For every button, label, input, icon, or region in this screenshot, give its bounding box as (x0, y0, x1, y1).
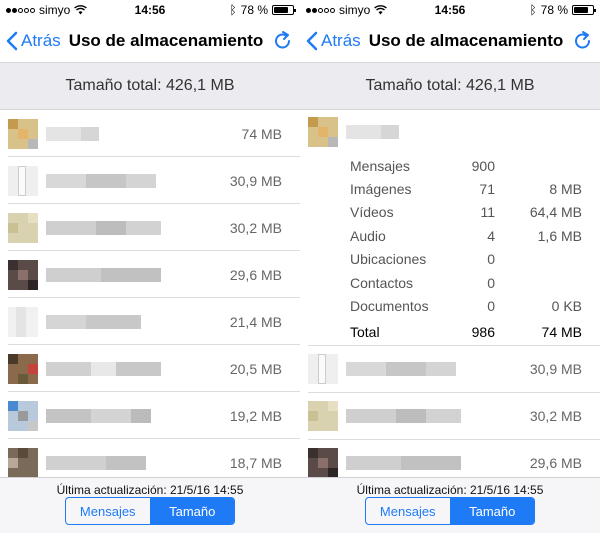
detail-row: Documentos 0 0 KB (350, 298, 582, 315)
chat-list: Mensajes 900 Imágenes 71 8 MB Vídeos 11 64,4 … (300, 110, 600, 477)
chevron-left-icon (306, 31, 318, 51)
list-item[interactable]: 30,2 MB (300, 393, 600, 440)
size-label: 30,9 MB (229, 172, 282, 189)
size-label: 30,2 MB (529, 408, 582, 425)
chat-details: Mensajes 900 Imágenes 71 8 MB Vídeos 11 64,4 … (300, 154, 600, 346)
chat-list: 74 MB 30,9 MB 30,2 MB 29,6 MB 21,4 MB 20… (0, 110, 300, 477)
detail-row: Ubicaciones 0 (350, 251, 495, 268)
name-blurred (346, 409, 461, 424)
name-blurred (46, 267, 161, 282)
avatar (8, 118, 38, 149)
avatar (8, 306, 38, 337)
size-label: 30,9 MB (529, 361, 582, 378)
avatar (8, 212, 38, 243)
name-blurred (46, 126, 99, 141)
list-item[interactable]: 74 MB (0, 110, 300, 157)
page-title: Uso de almacenamiento (68, 31, 264, 50)
name-blurred (346, 125, 399, 139)
size-label: 29,6 MB (229, 266, 282, 283)
signal-icon (6, 7, 35, 13)
list-item[interactable]: 29,6 MB (300, 440, 600, 477)
bottom-bar: Última actualización: 21/5/16 14:55 Mens… (0, 477, 300, 533)
back-button[interactable]: Atrás (6, 31, 61, 51)
list-item[interactable]: 30,9 MB (300, 346, 600, 393)
back-button[interactable]: Atrás (306, 31, 361, 51)
battery-percent: 78 % (240, 3, 268, 17)
size-label: 21,4 MB (229, 313, 282, 330)
name-blurred (46, 220, 161, 235)
name-blurred (46, 173, 156, 188)
back-label: Atrás (321, 31, 361, 50)
name-blurred (346, 362, 456, 377)
total-size-header: Tamaño total: 426,1 MB (0, 62, 300, 110)
wifi-icon (374, 5, 388, 15)
segment-messages[interactable]: Mensajes (66, 498, 150, 524)
name-blurred (46, 314, 141, 329)
avatar (8, 400, 38, 431)
status-bar: simyo 14:56 ᛒ 78 % (300, 0, 600, 20)
avatar (308, 117, 338, 147)
name-blurred (46, 455, 146, 470)
sort-segmented-control: Mensajes Tamaño (365, 497, 535, 525)
name-blurred (46, 408, 151, 423)
detail-row: Audio 4 1,6 MB (350, 227, 582, 244)
segment-size[interactable]: Tamaño (449, 498, 534, 524)
back-label: Atrás (21, 31, 61, 50)
segment-messages[interactable]: Mensajes (366, 498, 450, 524)
size-label: 18,7 MB (229, 454, 282, 471)
wifi-icon (74, 5, 88, 15)
bottom-bar: Última actualización: 21/5/16 14:55 Mens… (300, 477, 600, 533)
right-panel: simyo 14:56 ᛒ 78 % Atrás Uso de almacena… (300, 0, 600, 533)
avatar (8, 353, 38, 384)
list-item[interactable]: 29,6 MB (0, 251, 300, 298)
total-size-header: Tamaño total: 426,1 MB (300, 62, 600, 110)
bluetooth-icon: ᛒ (529, 3, 537, 17)
detail-row: Contactos 0 (350, 274, 495, 291)
detail-row: Vídeos 11 64,4 MB (350, 204, 582, 221)
detail-total-row: Total 986 74 MB (350, 323, 582, 340)
battery-icon (272, 5, 296, 15)
size-label: 19,2 MB (229, 407, 282, 424)
name-blurred (346, 456, 461, 471)
nav-bar: Atrás Uso de almacenamiento (300, 20, 600, 62)
avatar (8, 259, 38, 290)
page-title: Uso de almacenamiento (368, 31, 564, 50)
name-blurred (46, 361, 161, 376)
last-update-label: Última actualización: 21/5/16 14:55 (356, 483, 544, 497)
battery-icon (572, 5, 596, 15)
nav-bar: Atrás Uso de almacenamiento (0, 20, 300, 62)
avatar (308, 448, 338, 477)
list-item[interactable]: 20,5 MB (0, 345, 300, 392)
size-label: 30,2 MB (229, 219, 282, 236)
size-label: 20,5 MB (229, 360, 282, 377)
carrier-label: simyo (39, 3, 71, 17)
list-item[interactable]: 18,7 MB (0, 439, 300, 477)
list-item[interactable]: 30,2 MB (0, 204, 300, 251)
list-item[interactable]: 21,4 MB (0, 298, 300, 345)
bluetooth-icon: ᛒ (229, 3, 237, 17)
avatar (308, 354, 338, 385)
avatar (8, 447, 38, 477)
list-item[interactable]: 30,9 MB (0, 157, 300, 204)
chevron-left-icon (6, 31, 18, 51)
carrier-label: simyo (339, 3, 371, 17)
segment-size[interactable]: Tamaño (149, 498, 234, 524)
avatar (8, 165, 38, 196)
detail-row: Mensajes 900 (350, 157, 495, 174)
list-item[interactable]: 19,2 MB (0, 392, 300, 439)
size-label: 74 MB (241, 125, 282, 142)
battery-percent: 78 % (540, 3, 568, 17)
refresh-icon[interactable] (272, 30, 294, 52)
signal-icon (306, 7, 335, 13)
avatar (308, 401, 338, 432)
refresh-icon[interactable] (572, 30, 594, 52)
left-panel: simyo 14:56 ᛒ 78 % Atrás Uso de almacena… (0, 0, 300, 533)
sort-segmented-control: Mensajes Tamaño (65, 497, 235, 525)
size-label: 29,6 MB (529, 455, 582, 472)
last-update-label: Última actualización: 21/5/16 14:55 (56, 483, 244, 497)
expanded-chat-header[interactable] (300, 110, 600, 154)
status-bar: simyo 14:56 ᛒ 78 % (0, 0, 300, 20)
detail-row: Imágenes 71 8 MB (350, 181, 582, 198)
